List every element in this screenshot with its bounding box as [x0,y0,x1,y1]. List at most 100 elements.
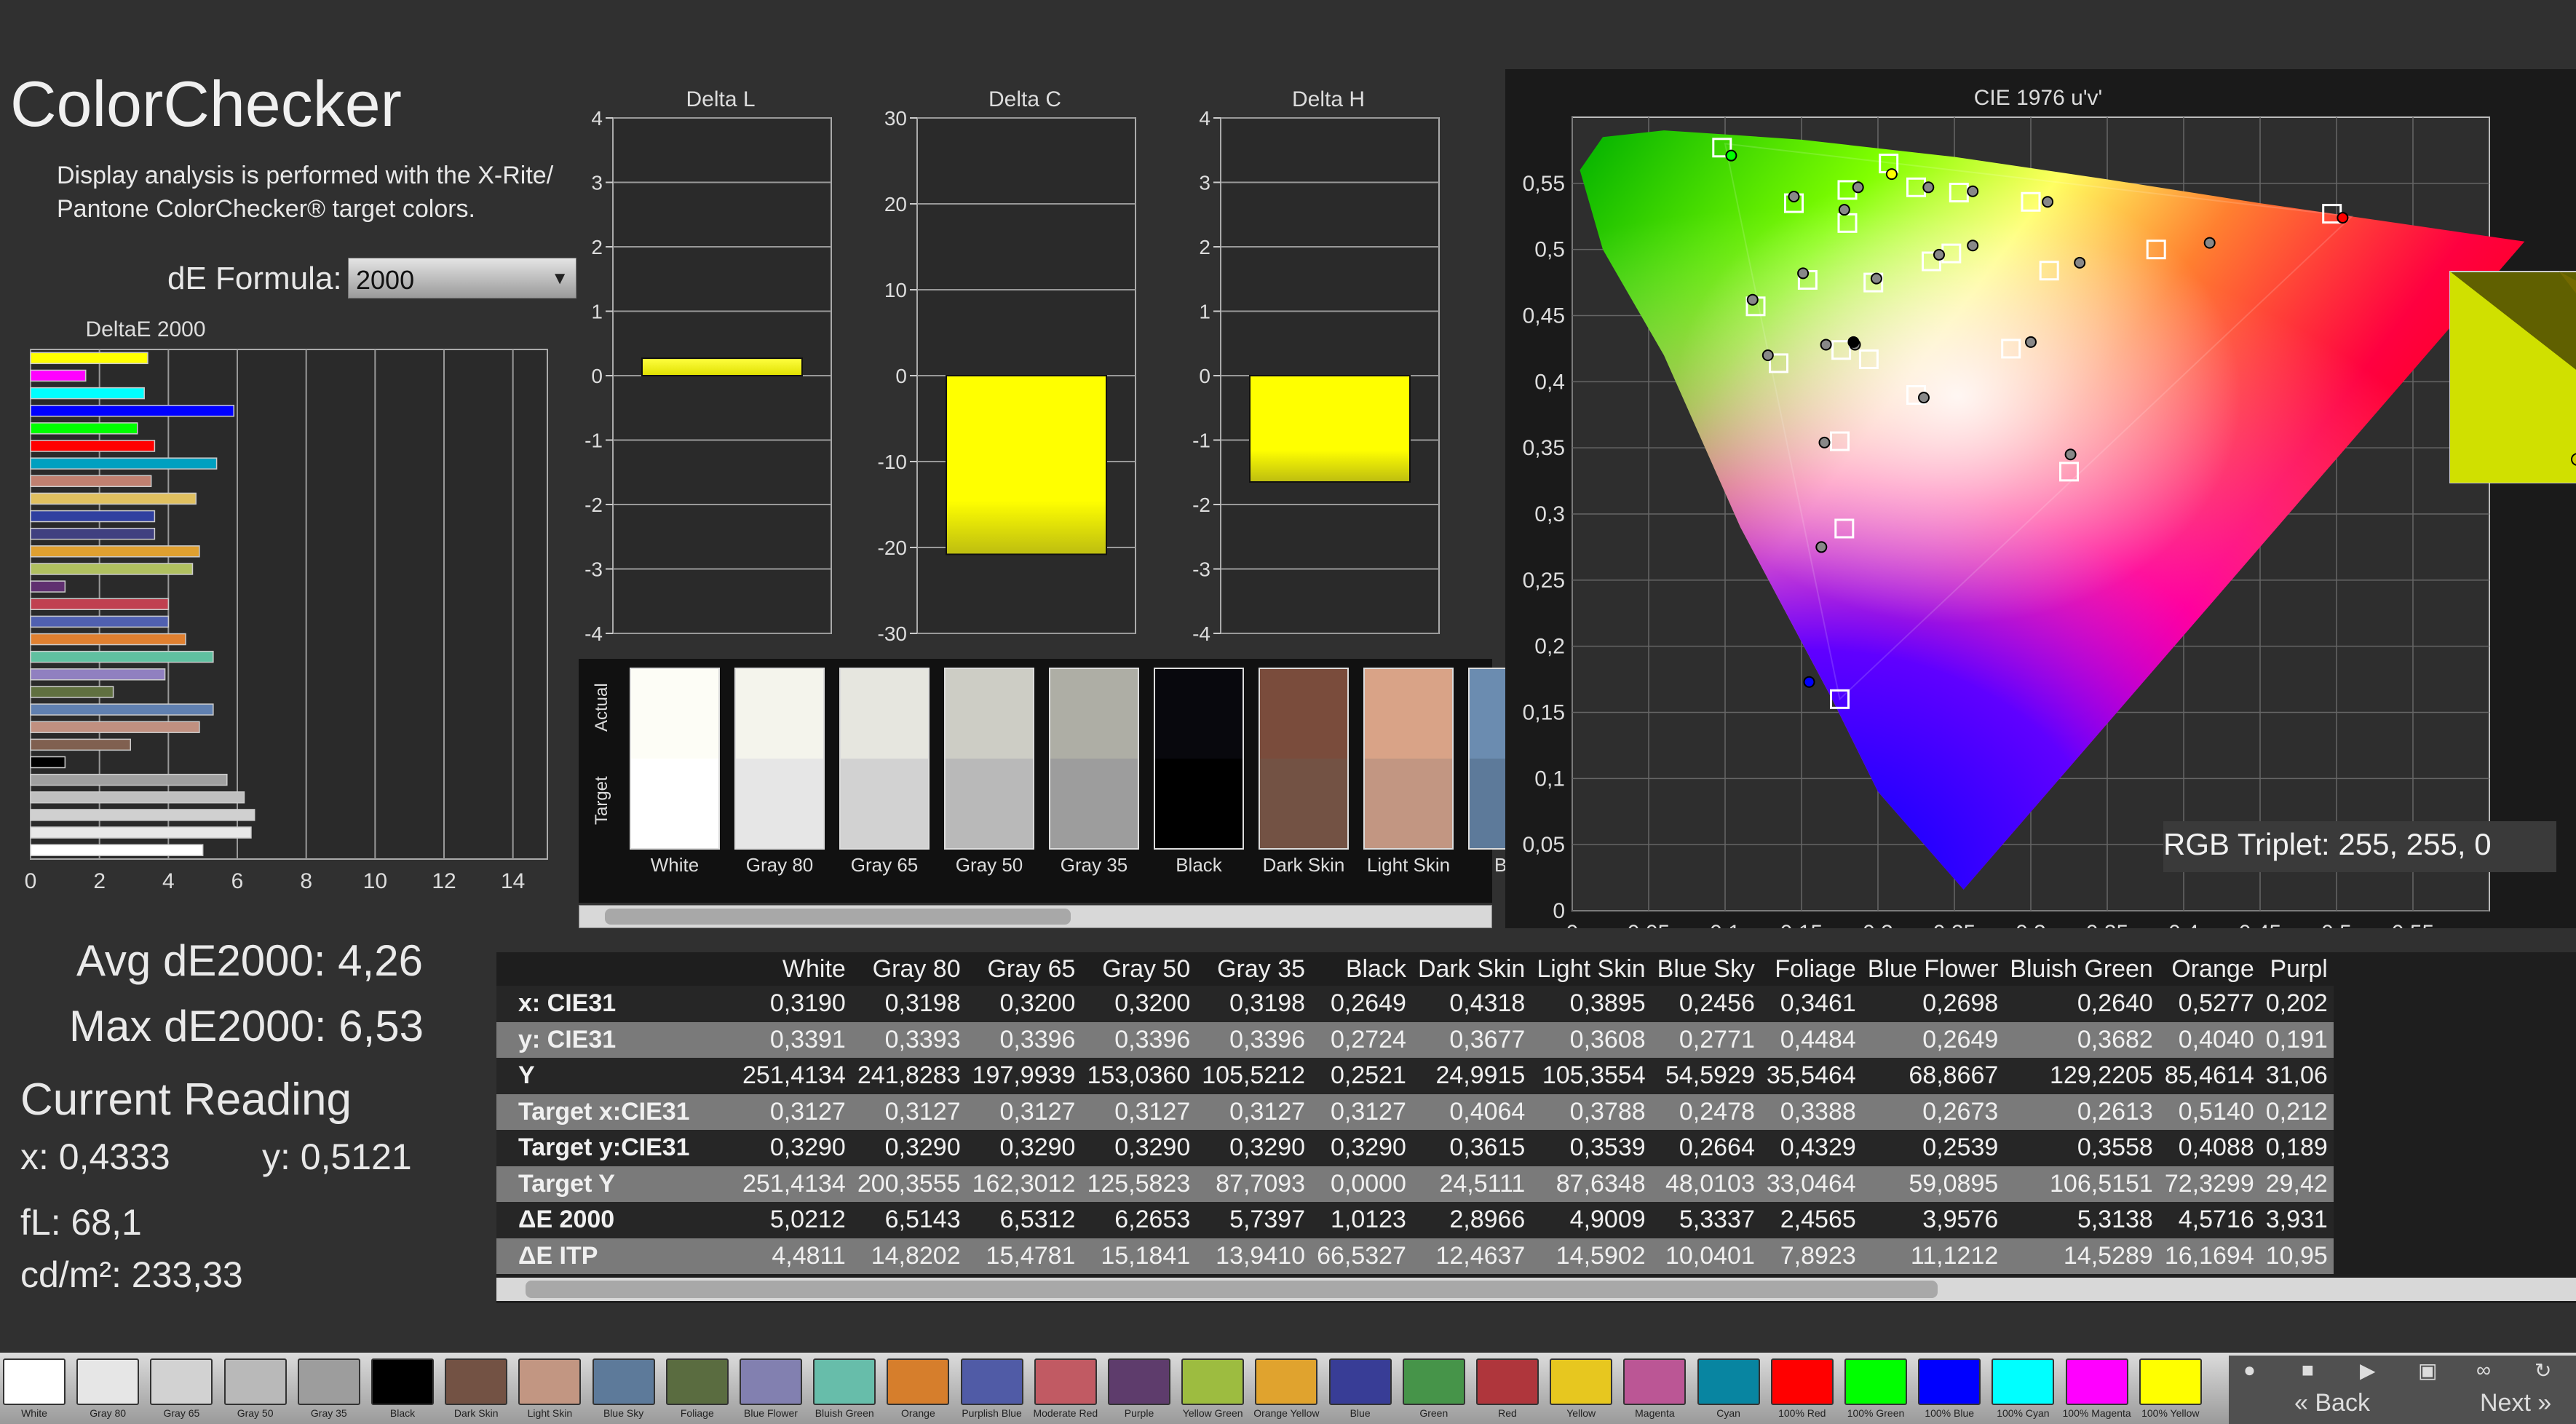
patch-100-red[interactable] [1770,1358,1834,1405]
patch-green[interactable] [1402,1358,1465,1405]
table-cell: 0,189 [2259,1130,2334,1166]
deltae-bar [30,387,145,400]
formula-select[interactable]: 2000 ▼ [348,258,576,298]
patch-gray-35[interactable] [297,1358,360,1405]
table-cell: 0,191 [2259,1021,2334,1058]
swatch-scrollbar[interactable] [579,905,1492,928]
play-icon[interactable]: ▶ [2360,1358,2376,1383]
deltae-tick-label: 12 [432,869,456,893]
patch-light-skin[interactable] [518,1358,582,1405]
row-label: Target y:CIE31 [496,1130,737,1166]
patch-label: White [21,1407,47,1419]
table-header[interactable]: Purpl [2260,952,2334,986]
table-cell: 0,3290 [851,1130,967,1166]
patch-100-magenta[interactable] [2065,1358,2128,1405]
table-header[interactable]: White [737,952,852,986]
patch-orange-yellow[interactable] [1255,1358,1318,1405]
table-cell: 153,0360 [1081,1058,1197,1094]
save-icon[interactable]: ▣ [2418,1358,2437,1383]
swatch-white [630,668,720,850]
patch-dark-skin[interactable] [445,1358,508,1405]
table-cell: 35,5464 [1760,1058,1862,1094]
table-cell: 0,3388 [1760,1093,1862,1130]
cie-measured-point [2203,237,2216,249]
patch-100-yellow[interactable] [2139,1358,2202,1405]
table-cell: 0,3290 [1311,1130,1412,1166]
patch-purplish-blue[interactable] [960,1358,1023,1405]
patch-orange[interactable] [887,1358,950,1405]
table-header[interactable]: Gray 35 [1196,952,1311,986]
patch-100-cyan[interactable] [1992,1358,2055,1405]
deltae-bar [30,650,214,663]
table-header[interactable]: Bluish Green [2004,952,2159,986]
table-scrollbar[interactable] [496,1278,2576,1301]
stop-icon[interactable]: ■ [2302,1358,2314,1382]
table-cell: 0,3393 [851,1021,967,1058]
swatch-label: Black [1176,854,1222,876]
patch-red[interactable] [1476,1358,1539,1405]
patch-foliage[interactable] [665,1358,729,1405]
swatch-label: Dark Skin [1262,854,1345,876]
table-cell: 105,3554 [1531,1058,1652,1094]
swatch-scroll-thumb[interactable] [605,909,1071,925]
deltae-bar [30,563,194,575]
table-header[interactable]: Black [1311,952,1412,986]
table-cell: 5,3138 [2004,1202,2159,1238]
table-header[interactable]: Gray 80 [852,952,967,986]
table-cell: 0,4329 [1760,1130,1862,1166]
patch-gray-65[interactable] [150,1358,213,1405]
table-header[interactable]: Light Skin [1531,952,1651,986]
patch-black[interactable] [371,1358,434,1405]
patch-purple[interactable] [1108,1358,1170,1405]
table-header[interactable]: Blue Flower [1862,952,2005,986]
patch-yellow[interactable] [1550,1358,1613,1405]
deltae-bar [30,510,156,523]
cie-x-tick-label: 0,15 [1780,921,1823,928]
patch-blue-sky[interactable] [592,1358,655,1405]
table-header[interactable]: Gray 65 [967,952,1082,986]
table-header[interactable]: Orange [2159,952,2260,986]
patch-gray-50[interactable] [223,1358,287,1405]
patch-bluish-green[interactable] [813,1358,876,1405]
cie-chart: 0 0,05 0,1 0,15 0,2 0,25 0,3 0,35 0,4 0,45 0,5 0,55… [1523,116,2576,928]
back-button[interactable]: « Back [2294,1389,2370,1417]
patch-moderate-red[interactable] [1034,1358,1097,1405]
delta-tick-label: 3 [591,172,603,194]
patch-blue[interactable] [1328,1358,1392,1405]
link-icon[interactable]: ∞ [2476,1358,2491,1382]
patch-white[interactable] [3,1358,66,1405]
table-cell: 0,2456 [1651,986,1761,1022]
table-cell: 3,931 [2259,1202,2334,1238]
patch-cyan[interactable] [1697,1358,1760,1405]
patch-100-blue[interactable] [1918,1358,1981,1405]
swatch-target [841,759,928,848]
cie-x-tick-label: 0,5 [2321,921,2352,928]
refresh-icon[interactable]: ↻ [2535,1358,2551,1383]
patch-magenta[interactable] [1623,1358,1687,1405]
reading-cdm: cd/m²: 233,33 [20,1254,243,1295]
table-header[interactable]: Blue Sky [1652,952,1761,986]
table-cell: 1,0123 [1311,1202,1412,1238]
deltae-bar [30,598,170,610]
swatch-target [1260,759,1347,848]
table-header[interactable]: Foliage [1761,952,1862,986]
table-cell: 0,4064 [1411,1093,1531,1130]
patch-yellow-green[interactable] [1181,1358,1245,1405]
rgb-triplet: RGB Triplet: 255, 255, 0 [2163,827,2492,861]
table-cell: 0,3127 [1081,1093,1197,1130]
patch-label: 100% Magenta [2062,1407,2131,1419]
table-header[interactable]: Dark Skin [1412,952,1531,986]
table-cell: 10,0401 [1651,1238,1761,1274]
record-icon[interactable]: ● [2243,1358,2256,1382]
cie-x-tick-label: 0,1 [1710,921,1740,928]
deltae-bar [30,580,66,593]
next-button[interactable]: Next » [2480,1389,2551,1417]
swatch-target [1365,759,1452,848]
patch-100-green[interactable] [1844,1358,1907,1405]
table-cell: 0,3198 [1196,986,1312,1022]
table-scroll-thumb[interactable] [526,1281,1938,1298]
deltae-bar [30,703,214,716]
table-header[interactable]: Gray 50 [1081,952,1196,986]
patch-gray-80[interactable] [76,1358,140,1405]
patch-blue-flower[interactable] [740,1358,802,1405]
